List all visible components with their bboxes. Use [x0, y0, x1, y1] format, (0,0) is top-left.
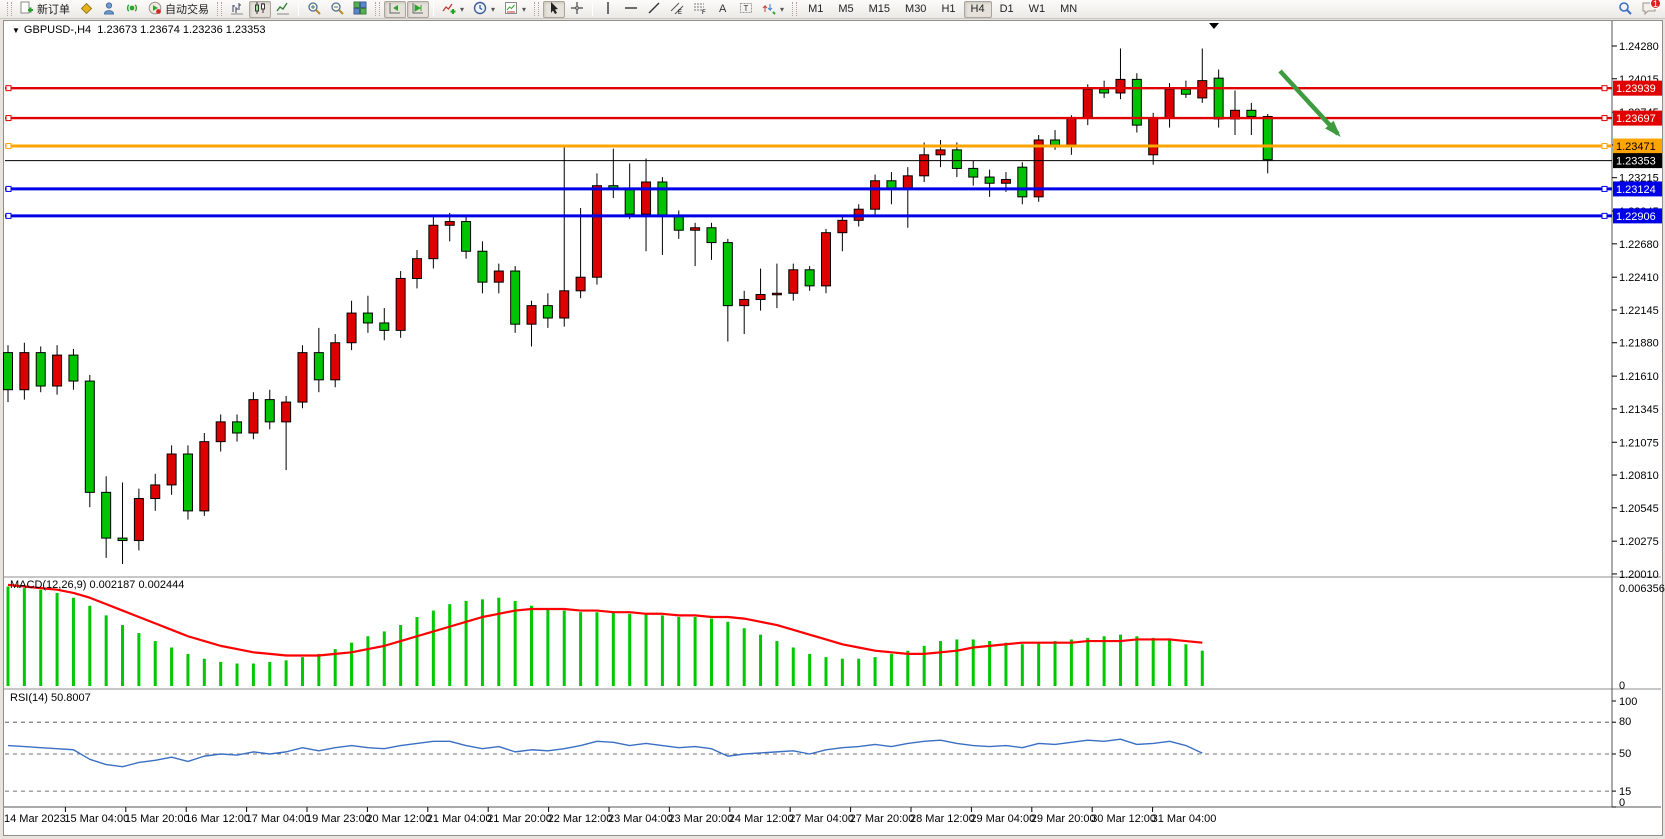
indicators-icon — [442, 1, 456, 18]
metaeditor-button[interactable] — [75, 1, 97, 18]
template-icon — [504, 1, 518, 18]
clock-icon — [473, 1, 487, 18]
hline-button[interactable] — [620, 1, 642, 18]
svg-text:T: T — [744, 4, 749, 13]
trendline-icon — [647, 1, 661, 18]
text-icon: A — [716, 1, 730, 18]
rsi-value: 50.8007 — [51, 692, 91, 704]
cursor-icon — [547, 1, 561, 18]
channel-icon: E — [670, 1, 684, 18]
crosshair-button[interactable] — [566, 1, 588, 18]
bars-icon — [230, 1, 244, 18]
chart-shift-button[interactable] — [407, 1, 429, 18]
toolbar-grip — [7, 2, 12, 16]
macd-signal-value: 0.002444 — [138, 579, 184, 591]
autoscroll-icon — [388, 1, 402, 18]
notifications-button[interactable]: 1 — [1637, 1, 1661, 18]
new-order-icon — [20, 1, 34, 18]
toolbar-grip — [375, 2, 380, 16]
timeframe-button-M15[interactable]: M15 — [862, 1, 897, 18]
timeframe-button-H4[interactable]: H4 — [964, 1, 992, 18]
timeframe-button-MN[interactable]: MN — [1053, 1, 1084, 18]
chevron-down-icon: ▾ — [491, 5, 495, 14]
chevron-down-icon: ▾ — [780, 5, 784, 14]
macd-name: MACD(12,26,9) — [10, 579, 86, 591]
signals-button[interactable] — [121, 1, 143, 18]
autotrade-icon — [148, 1, 162, 18]
bar-chart-button[interactable] — [226, 1, 248, 18]
bubble-icon: 1 — [1641, 1, 1657, 18]
zoom-in-icon — [307, 1, 321, 18]
zoom-in-button[interactable] — [303, 1, 325, 18]
search-button[interactable] — [1614, 1, 1636, 18]
chart-ohlc-values: 1.23673 1.23674 1.23236 1.23353 — [97, 24, 265, 36]
toolbar-separator — [298, 2, 299, 16]
timeframe-button-M5[interactable]: M5 — [831, 1, 860, 18]
market-watch-button[interactable] — [98, 1, 120, 18]
rsi-indicator-label: RSI(14) 50.8007 — [10, 692, 91, 704]
vline-button[interactable] — [597, 1, 619, 18]
search-icon — [1618, 1, 1632, 18]
zoom-out-button[interactable] — [326, 1, 348, 18]
toolbar-separator — [592, 2, 593, 16]
chart-symbol-period: GBPUSD-,H4 — [24, 24, 91, 36]
indicators-button[interactable]: ▾ — [438, 1, 468, 18]
blue-person-icon — [102, 1, 116, 18]
autotrading-button-label: 自动交易 — [165, 1, 209, 17]
tile-windows-button[interactable] — [349, 1, 371, 18]
svg-text:A: A — [719, 3, 727, 15]
label-icon: T — [739, 1, 753, 18]
text-button[interactable]: A — [712, 1, 734, 18]
autotrading-button[interactable]: 自动交易 — [144, 1, 213, 18]
crosshair-icon — [570, 1, 584, 18]
arrows-icon — [762, 1, 776, 18]
notification-count-badge: 1 — [1650, 0, 1661, 9]
vline-icon — [601, 1, 615, 18]
arrows-button[interactable]: ▾ — [758, 1, 788, 18]
timeframe-button-W1[interactable]: W1 — [1022, 1, 1053, 18]
fibo-icon: F — [693, 1, 707, 18]
collapse-objects-icon[interactable]: ▼ — [12, 26, 20, 35]
macd-indicator-label: MACD(12,26,9) 0.002187 0.002444 — [10, 579, 184, 591]
candle-chart-button[interactable] — [249, 1, 271, 18]
tiles-icon — [353, 1, 367, 18]
zoom-out-icon — [330, 1, 344, 18]
label-button[interactable]: T — [735, 1, 757, 18]
fibo-button[interactable]: F — [689, 1, 711, 18]
toolbar-grip — [534, 2, 539, 16]
chevron-down-icon: ▾ — [522, 5, 526, 14]
line-icon — [276, 1, 290, 18]
chart-window — [3, 20, 1663, 836]
chevron-down-icon: ▾ — [460, 5, 464, 14]
green-signal-icon — [125, 1, 139, 18]
line-chart-button[interactable] — [272, 1, 294, 18]
svg-text:F: F — [702, 10, 706, 15]
timeframe-button-M30[interactable]: M30 — [898, 1, 933, 18]
main-toolbar: 新订单 自动交易 ▾ ▾ ▾ E F A T ▾ M1M5M15M30H1H4D1W1MN 1 — [0, 0, 1665, 19]
timeframe-button-H1[interactable]: H1 — [934, 1, 962, 18]
timeframe-button-M1[interactable]: M1 — [801, 1, 830, 18]
periods-button[interactable]: ▾ — [469, 1, 499, 18]
chart-title-bar: ▼ GBPUSD-,H4 1.23673 1.23674 1.23236 1.23… — [12, 24, 266, 36]
cursor-button[interactable] — [543, 1, 565, 18]
toolbar-grip — [217, 2, 222, 16]
timeframe-button-D1[interactable]: D1 — [993, 1, 1021, 18]
channel-button[interactable]: E — [666, 1, 688, 18]
rsi-name: RSI(14) — [10, 692, 48, 704]
toolbar-separator — [433, 2, 434, 16]
chartshift-icon — [411, 1, 425, 18]
hline-icon — [624, 1, 638, 18]
toolbar-grip — [792, 2, 797, 16]
gold-diamond-icon — [79, 1, 93, 18]
new-order-button-label: 新订单 — [37, 1, 70, 17]
templates-button[interactable]: ▾ — [500, 1, 530, 18]
auto-scroll-button[interactable] — [384, 1, 406, 18]
new-order-button[interactable]: 新订单 — [16, 1, 74, 18]
macd-value: 0.002187 — [89, 579, 135, 591]
trendline-button[interactable] — [643, 1, 665, 18]
svg-text:E: E — [678, 10, 682, 15]
candles-icon — [253, 1, 267, 18]
